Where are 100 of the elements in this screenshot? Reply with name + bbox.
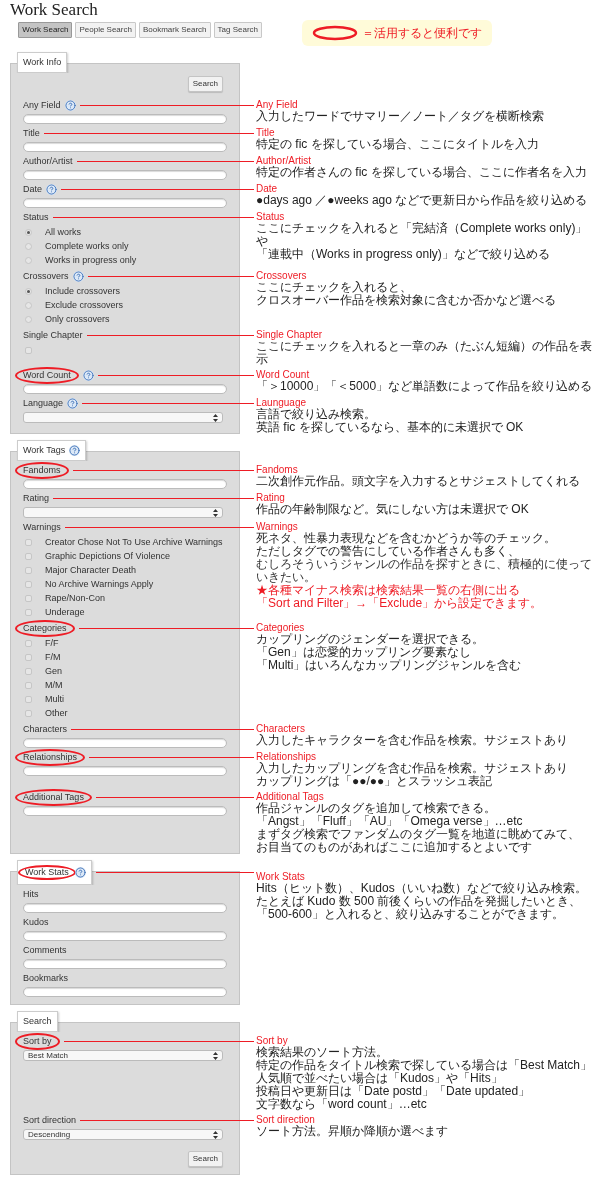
ellipse-icon — [312, 25, 358, 41]
text-field[interactable] — [23, 931, 227, 941]
radio-button[interactable] — [25, 301, 32, 309]
option-label: No Archive Warnings Apply — [45, 578, 154, 590]
annotation-title: Work Stats — [256, 871, 305, 882]
annotation-text: 入力したワードでサマリー／ノート／タグを横断検索 — [256, 110, 544, 123]
legend-text: ＝活用すると便利です — [362, 25, 482, 41]
radio-button[interactable] — [25, 256, 32, 264]
annotation-title: Launguage — [256, 397, 307, 408]
field-label: Rating — [23, 493, 49, 504]
section-heading: Work Tags — [23, 445, 66, 456]
help-icon[interactable] — [46, 184, 57, 195]
field-label: Characters — [23, 724, 67, 735]
annotation-text: 作品の年齢制限など。気にしない方は未選択で OK — [256, 503, 529, 516]
text-field[interactable] — [23, 806, 227, 816]
search-tab[interactable]: Tag Search — [213, 22, 262, 38]
annotation-note: ★各種マイナス検索は検索結果一覧の右側に出る — [256, 584, 520, 597]
annotation-note: むしろそういうジャンルの作品を探すときに、積極的に使っていきたい。 — [256, 558, 593, 584]
select-arrows-icon — [213, 1051, 218, 1060]
checkbox[interactable] — [25, 695, 32, 703]
annotation-title: Rating — [256, 492, 285, 503]
text-field[interactable] — [23, 987, 227, 997]
checkbox[interactable] — [25, 580, 32, 588]
annotation-text: ソート方法。昇順か降順か選べます — [256, 1125, 448, 1138]
field-label: Warnings — [23, 522, 61, 533]
checkbox[interactable] — [25, 639, 32, 647]
annotation-text: 特定の fic を探している場合、ここにタイトルを入力 — [256, 138, 539, 151]
help-icon[interactable] — [67, 398, 79, 409]
checkbox[interactable] — [25, 594, 32, 602]
text-field[interactable] — [23, 959, 227, 969]
search-tab[interactable]: People Search — [75, 22, 136, 38]
checkbox[interactable] — [25, 608, 32, 616]
annotation-text: 投稿日や更新日は「Date postd」「Date updated」 — [256, 1085, 531, 1098]
option-label: M/M — [45, 679, 63, 691]
text-field[interactable] — [23, 142, 227, 152]
help-icon[interactable] — [82, 370, 94, 381]
option-label: Creator Chose Not To Use Archive Warnings — [45, 536, 223, 548]
select-field[interactable] — [23, 507, 223, 518]
annotation-text: 「Gen」は恋愛的カップリング要素なし — [256, 646, 471, 659]
search-tab[interactable]: Bookmark Search — [138, 22, 211, 38]
annotation-title: Sort direction — [256, 1114, 315, 1125]
checkbox[interactable] — [25, 552, 32, 560]
field-label: Title — [23, 128, 40, 139]
help-icon[interactable] — [74, 867, 86, 878]
field-label: Crossovers — [23, 271, 69, 282]
text-field[interactable] — [23, 738, 227, 748]
radio-button[interactable] — [25, 242, 32, 250]
page-title: Work Search — [9, 0, 99, 20]
option-label: All works — [45, 226, 81, 238]
checkbox[interactable] — [25, 681, 32, 689]
annotation-text: 人気順で並べたい場合は「Kudos」や「Hits」 — [256, 1072, 503, 1085]
search-tab[interactable]: Work Search — [18, 22, 73, 38]
annotation-text: ここにチェックを入れると一章のみ（たぶん短編）の作品を表示 — [256, 340, 593, 366]
annotation-text: Hits（ヒット数）、Kudos（いいね数）などで絞り込み検索。 — [256, 882, 587, 895]
checkbox[interactable] — [25, 709, 32, 717]
search-button[interactable]: Search — [187, 1151, 223, 1167]
annotation-title: Date — [256, 183, 278, 194]
section-heading: Work Stats — [18, 865, 76, 880]
text-field[interactable] — [23, 384, 227, 394]
annotation-text: 入力したカップリングを含む作品を検索。サジェストあり — [256, 762, 568, 775]
text-field[interactable] — [23, 170, 227, 180]
text-field[interactable] — [23, 903, 227, 913]
annotation-title: Single Chapter — [256, 329, 323, 340]
option-label: Major Character Death — [45, 564, 137, 576]
select-arrows-icon — [213, 1130, 218, 1139]
annotation-text: お目当てのものがあればここに追加するとよいです — [256, 841, 532, 854]
text-field[interactable] — [23, 766, 227, 776]
checkbox[interactable] — [25, 538, 32, 546]
help-icon[interactable] — [64, 100, 76, 111]
section-heading: Search — [23, 1016, 52, 1027]
radio-button[interactable] — [25, 287, 32, 295]
annotation-text: 文字数なら「word count」…etc — [256, 1098, 427, 1111]
text-field[interactable] — [23, 198, 227, 208]
option-label: Complete works only — [45, 240, 129, 252]
radio-button[interactable] — [25, 315, 32, 323]
field-label: Date — [23, 184, 42, 195]
select-field[interactable] — [23, 412, 223, 423]
text-field[interactable] — [23, 114, 227, 124]
help-icon[interactable] — [72, 271, 84, 282]
checkbox[interactable] — [25, 566, 32, 574]
option-label: F/F — [45, 637, 59, 649]
field-label: Author/Artist — [23, 156, 73, 167]
annotation-title: Crossovers — [256, 270, 307, 281]
text-field[interactable] — [23, 479, 227, 489]
annotation-text: 死ネタ、性暴力表現などを含むかどうか等のチェック。 — [256, 532, 556, 545]
annotation-text: 入力したキャラクターを含む作品を検索。サジェストあり — [256, 734, 568, 747]
select-field[interactable]: Descending — [23, 1129, 223, 1140]
radio-button[interactable] — [25, 228, 32, 236]
help-icon[interactable] — [69, 445, 81, 456]
search-button[interactable]: Search — [187, 76, 223, 92]
checkbox[interactable] — [25, 346, 32, 354]
annotation-text: たとえば Kudo 数 500 前後くらいの作品を発掘したいとき、 — [256, 895, 582, 908]
checkbox[interactable] — [25, 667, 32, 675]
checkbox[interactable] — [25, 653, 32, 661]
field-label: Categories — [15, 620, 75, 637]
annotation-title: Word Count — [256, 369, 310, 380]
select-field[interactable]: Best Match — [23, 1050, 223, 1061]
annotation-title: Characters — [256, 723, 305, 734]
annotation-text: 「＞10000」「＜5000」など単語数によって作品を絞り込める — [256, 380, 593, 393]
field-label: Bookmarks — [23, 973, 68, 984]
